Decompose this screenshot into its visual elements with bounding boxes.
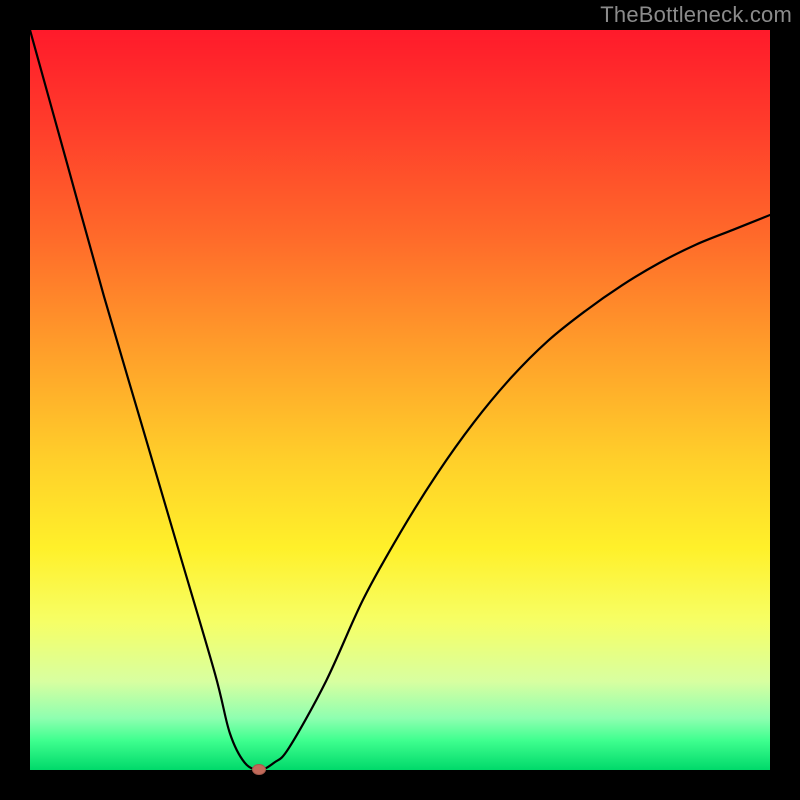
optimal-point-marker <box>252 764 266 775</box>
chart-frame: TheBottleneck.com <box>0 0 800 800</box>
watermark-text: TheBottleneck.com <box>600 2 792 28</box>
plot-area <box>30 30 770 770</box>
curve-svg <box>30 30 770 770</box>
bottleneck-curve-path <box>30 30 770 770</box>
